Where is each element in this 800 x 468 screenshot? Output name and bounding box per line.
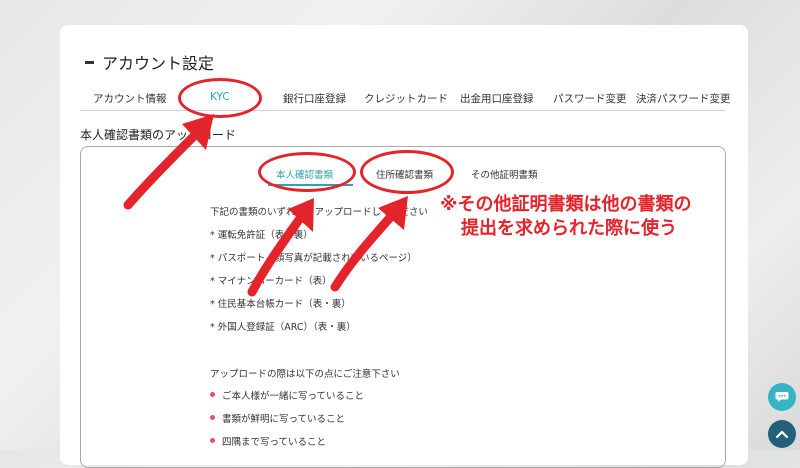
annotation-arrows [123, 114, 408, 297]
chat-bubble-icon [775, 392, 789, 402]
chat-button[interactable] [768, 383, 796, 411]
arrow-icon [330, 207, 400, 292]
arrow-icon [123, 127, 203, 210]
chevron-up-icon [775, 430, 789, 439]
annotation-text: 提出を求められた際に使う [461, 218, 677, 239]
annotation-text: ※その他証明書類は他の書類の [440, 194, 692, 215]
arrow-icon [247, 209, 308, 297]
scroll-top-button[interactable] [768, 420, 796, 448]
